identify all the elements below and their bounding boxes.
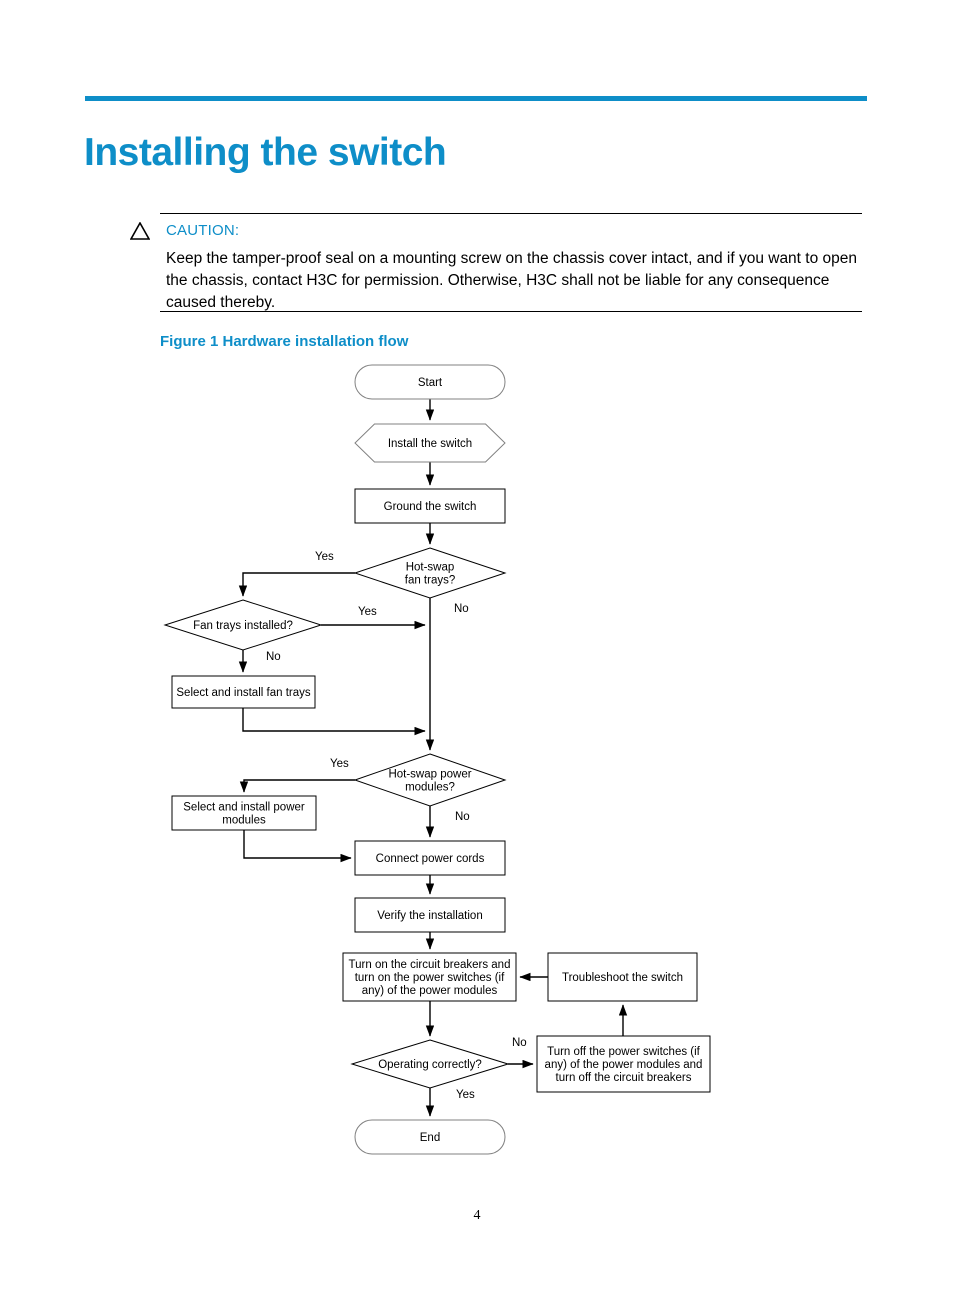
flow-node-fan_installed: Fan trays installed?	[163, 599, 323, 651]
flow-node-label: End	[420, 1132, 440, 1144]
flow-edge-label-fan-yes-top: Yes	[315, 551, 334, 563]
figure-caption: Figure 1 Hardware installation flow	[160, 333, 409, 350]
edge-selectpower-connect	[243, 830, 352, 863]
flow-node-label: Select and install fan trays	[176, 687, 310, 699]
document-page: Installing the switch CAUTION: Keep the …	[0, 0, 954, 1296]
flow-edge-label-power-no: No	[455, 811, 470, 823]
flowchart-nodes: Start Install the switch Ground the switch…	[163, 364, 711, 1155]
flow-edge-label-fan-installed-no: No	[266, 651, 281, 663]
flow-edge-label-fan-yes-right: Yes	[358, 606, 377, 618]
flow-node-verify: Verify the installation	[354, 897, 506, 933]
flow-node-label: Fan trays installed?	[193, 620, 293, 632]
flow-node-ground: Ground the switch	[354, 488, 506, 524]
flow-edge-label-operating-yes: Yes	[456, 1089, 475, 1101]
flow-node-label: Start	[418, 377, 443, 389]
flow-node-label: Connect power cords	[376, 853, 485, 865]
flow-node-label: Ground the switch	[384, 501, 477, 513]
flow-node-select_fan: Select and install fan trays	[171, 675, 316, 709]
flow-node-hotswap_power: Hot-swap power modules?	[353, 753, 507, 807]
flow-node-hotswap_fan: Hot-swap fan trays?	[353, 547, 507, 599]
caution-body-text: Keep the tamper-proof seal on a mounting…	[166, 250, 858, 311]
flow-node-label: Verify the installation	[377, 910, 482, 922]
caution-label: CAUTION:	[166, 222, 240, 239]
flow-node-label: Hot-swap fan trays?	[405, 562, 456, 587]
caution-bottom-divider	[160, 311, 862, 312]
flow-node-label: Operating correctly?	[378, 1059, 482, 1071]
flow-node-label: Turn on the circuit breakers and turn on …	[349, 959, 511, 997]
flow-node-end: End	[354, 1119, 506, 1155]
caution-triangle-icon	[130, 222, 150, 240]
edge-hotswappower-yes	[239, 779, 355, 793]
page-number: 4	[473, 1208, 481, 1223]
flow-node-troubleshoot: Troubleshoot the switch	[547, 952, 698, 1002]
hardware-installation-flowchart: Start Install the switch Ground the switch…	[163, 364, 711, 1155]
flow-node-install: Install the switch	[354, 423, 506, 463]
flow-node-select_power: Select and install power modules	[171, 795, 317, 831]
edge-selectfan-trunk	[242, 708, 426, 736]
flow-edge-label-fan-no: No	[454, 603, 469, 615]
flow-node-start: Start	[354, 364, 506, 400]
flow-node-label: Troubleshoot the switch	[562, 972, 683, 984]
flow-node-connect_cords: Connect power cords	[354, 840, 506, 876]
flow-node-turn_off: Turn off the power switches (if any) of t…	[536, 1035, 711, 1093]
flow-node-turn_on: Turn on the circuit breakers and turn on …	[342, 952, 517, 1002]
caution-top-divider	[160, 213, 862, 214]
flow-node-label: Turn off the power switches (if any) of t…	[545, 1046, 703, 1084]
flow-node-operating: Operating correctly?	[350, 1039, 510, 1089]
page-title: Installing the switch	[84, 131, 447, 175]
flow-edge-label-operating-no: No	[512, 1037, 527, 1049]
edge-hotswapfan-yes	[238, 572, 355, 597]
flow-edge-label-power-yes: Yes	[330, 758, 349, 770]
flow-node-label: Install the switch	[388, 438, 472, 450]
heading-rule	[85, 96, 867, 101]
